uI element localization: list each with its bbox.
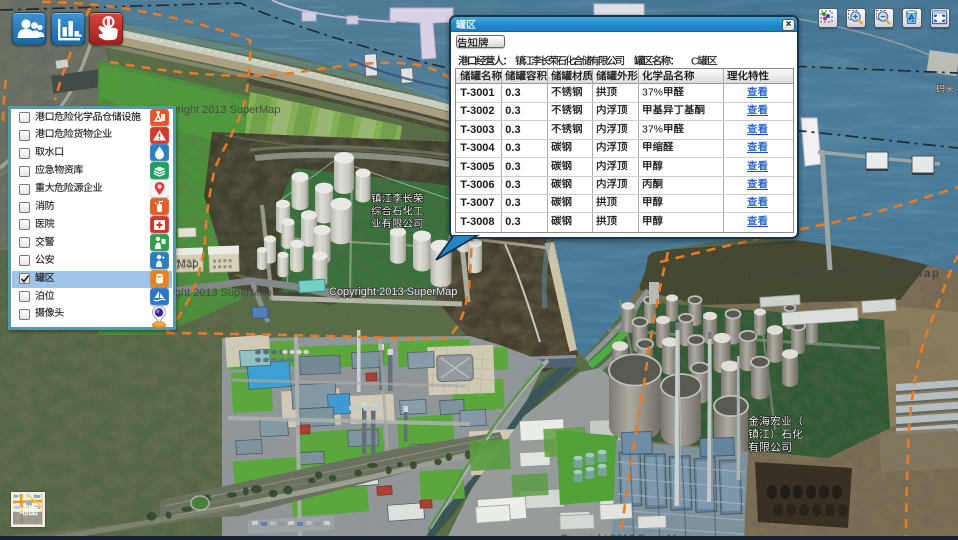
svg-text:37%: 37% bbox=[642, 123, 663, 135]
svg-text:37%: 37% bbox=[642, 86, 663, 98]
svg-text:C: C bbox=[691, 55, 699, 67]
